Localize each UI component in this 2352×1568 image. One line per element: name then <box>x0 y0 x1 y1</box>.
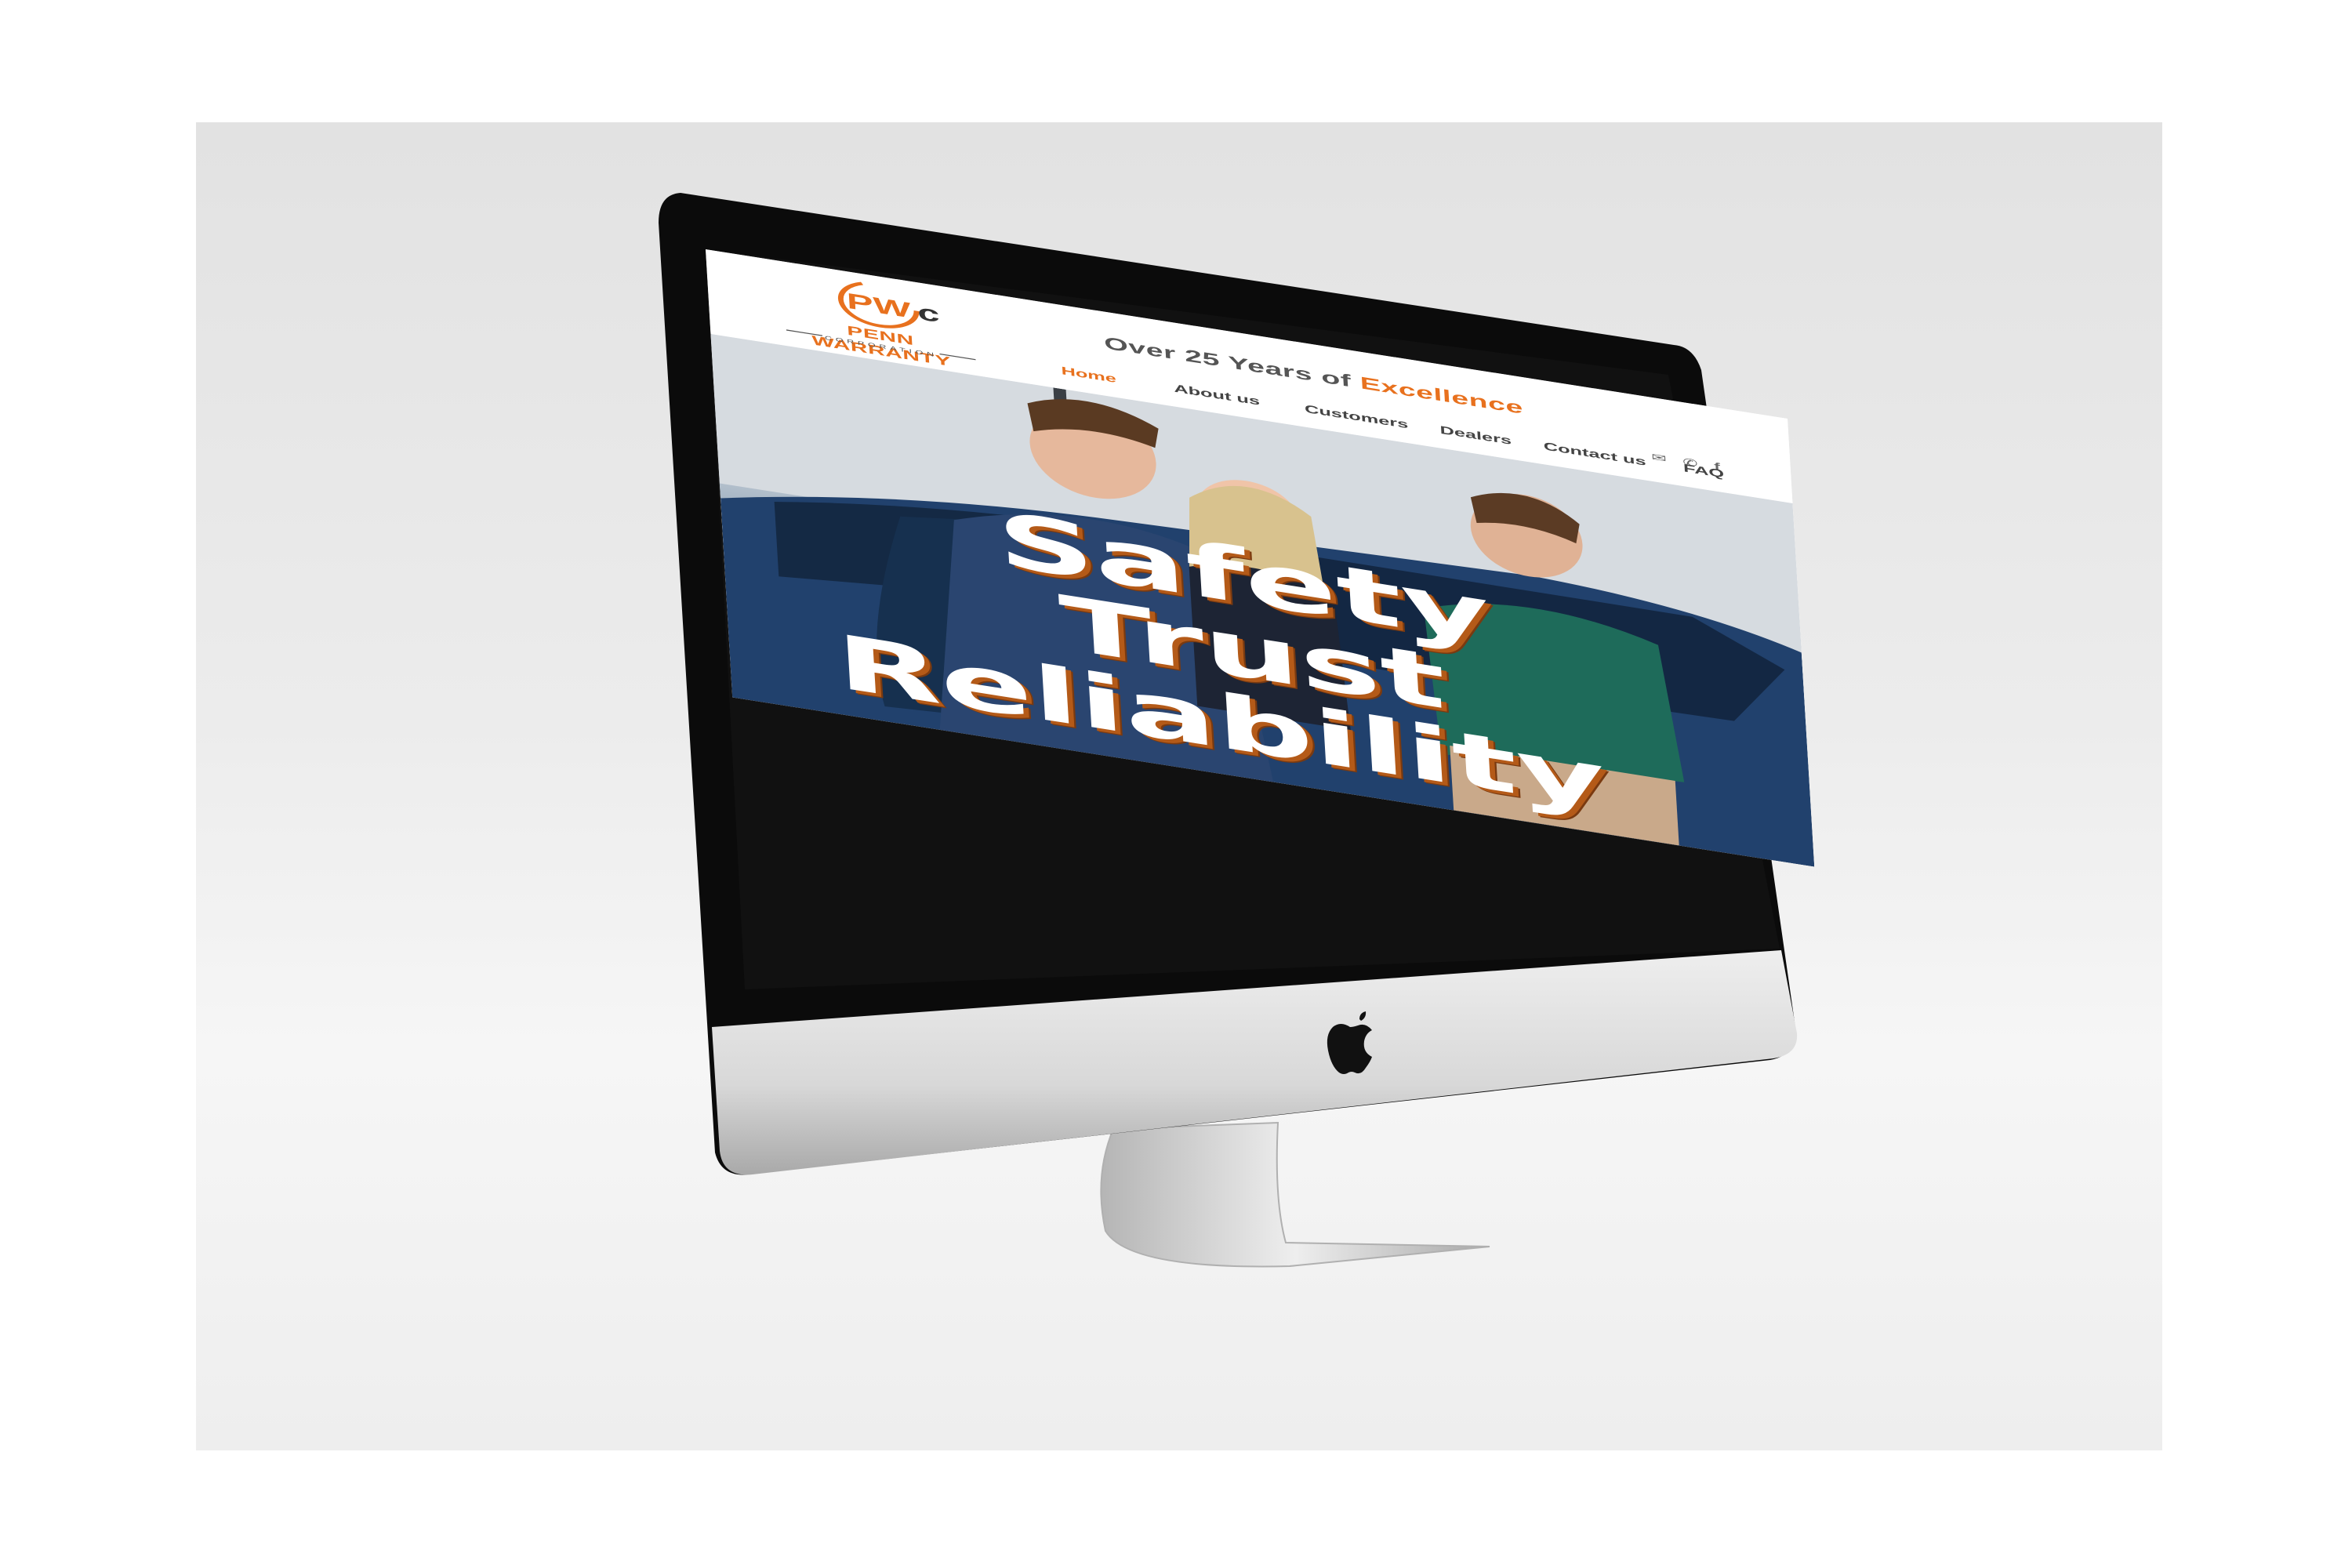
nav-customers[interactable]: Customers <box>1305 402 1409 431</box>
nav-about-us[interactable]: About us <box>1174 382 1261 408</box>
website: PW c PENN WARRANTY CORPORATION Over 25 Y… <box>706 249 1815 867</box>
tagline-accent: Excellence <box>1359 373 1524 418</box>
nav-home[interactable]: Home <box>1061 364 1116 386</box>
svg-text:c: c <box>916 299 940 328</box>
screen: PW c PENN WARRANTY CORPORATION Over 25 Y… <box>0 0 2352 1568</box>
nav-dealers[interactable]: Dealers <box>1439 423 1512 448</box>
nav-contact-us[interactable]: Contact us <box>1543 440 1646 469</box>
